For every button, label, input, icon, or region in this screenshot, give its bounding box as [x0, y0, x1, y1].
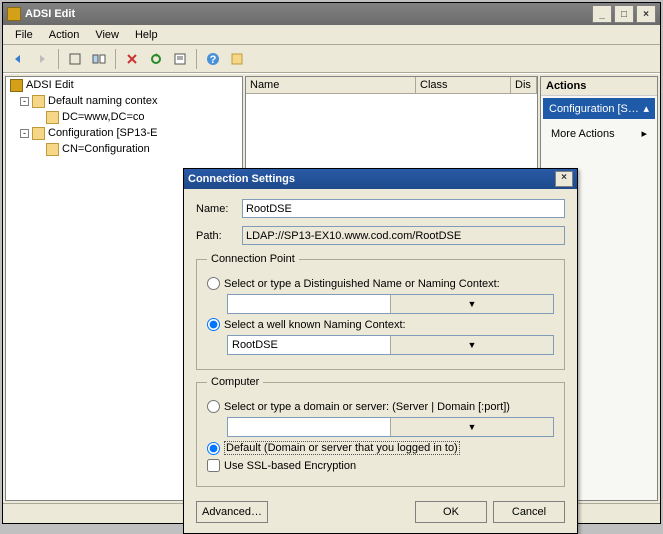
- connection-point-legend: Connection Point: [207, 253, 299, 265]
- chevron-up-icon: ▴: [643, 102, 649, 115]
- tree-label: Default naming contex: [48, 95, 157, 107]
- folder-icon: [32, 95, 45, 108]
- folder-icon: [46, 143, 59, 156]
- cp-wellknown-combo[interactable]: RootDSE▼: [227, 335, 554, 355]
- actions-more-label: More Actions: [551, 128, 615, 140]
- comp-label-default: Default (Domain or server that you logge…: [224, 441, 460, 455]
- col-name[interactable]: Name: [246, 77, 416, 93]
- tree-node-dc[interactable]: DC=www,DC=co: [6, 109, 242, 125]
- dialog-title: Connection Settings: [188, 173, 555, 185]
- tree-node-config[interactable]: - Configuration [SP13-E: [6, 125, 242, 141]
- computer-group: Computer Select or type a domain or serv…: [196, 376, 565, 487]
- cp-radio-wellknown[interactable]: [207, 318, 220, 331]
- computer-legend: Computer: [207, 376, 263, 388]
- comp-radio-select[interactable]: [207, 400, 220, 413]
- actions-selected[interactable]: Configuration [S… ▴: [543, 98, 655, 119]
- tree-label: CN=Configuration: [62, 143, 150, 155]
- menu-view[interactable]: View: [87, 27, 127, 43]
- menu-help[interactable]: Help: [127, 27, 166, 43]
- toolbar-icon-2[interactable]: [88, 48, 110, 70]
- cp-label-dn: Select or type a Distinguished Name or N…: [224, 278, 500, 290]
- menu-action[interactable]: Action: [41, 27, 88, 43]
- dropdown-arrow-icon: ▼: [390, 336, 553, 354]
- titlebar: ADSI Edit _ □ ×: [3, 3, 660, 25]
- name-input[interactable]: [242, 199, 565, 218]
- cancel-button[interactable]: Cancel: [493, 501, 565, 523]
- folder-icon: [32, 127, 45, 140]
- cp-dn-combo[interactable]: ▼: [227, 294, 554, 314]
- app-icon: [7, 7, 21, 21]
- comp-radio-default[interactable]: [207, 442, 220, 455]
- close-button[interactable]: ×: [636, 5, 656, 23]
- window-title: ADSI Edit: [25, 8, 590, 20]
- tree-root-label: ADSI Edit: [26, 79, 74, 91]
- properties-icon[interactable]: [169, 48, 191, 70]
- connection-point-group: Connection Point Select or type a Distin…: [196, 253, 565, 370]
- tree-label: Configuration [SP13-E: [48, 127, 157, 139]
- cp-label-wellknown: Select a well known Naming Context:: [224, 319, 406, 331]
- refresh-icon[interactable]: [145, 48, 167, 70]
- path-input: [242, 226, 565, 245]
- help-icon[interactable]: ?: [202, 48, 224, 70]
- collapse-icon[interactable]: -: [20, 129, 29, 138]
- col-class[interactable]: Class: [416, 77, 511, 93]
- dialog-close-button[interactable]: ×: [555, 171, 573, 187]
- forward-button[interactable]: [31, 48, 53, 70]
- actions-selected-label: Configuration [S…: [549, 103, 639, 115]
- back-button[interactable]: [7, 48, 29, 70]
- collapse-icon[interactable]: -: [20, 97, 29, 106]
- tree-node-cn[interactable]: CN=Configuration: [6, 141, 242, 157]
- connection-settings-dialog: Connection Settings × Name: Path: Connec…: [183, 168, 578, 534]
- path-label: Path:: [196, 230, 236, 242]
- name-label: Name:: [196, 203, 236, 215]
- comp-label-select: Select or type a domain or server: (Serv…: [224, 401, 510, 413]
- actions-more[interactable]: More Actions ▸: [541, 121, 657, 146]
- main-window: ADSI Edit _ □ × File Action View Help ? …: [2, 2, 661, 524]
- col-dis[interactable]: Dis: [511, 77, 537, 93]
- actions-header: Actions: [541, 77, 657, 96]
- dropdown-arrow-icon: ▼: [390, 418, 553, 436]
- tree-root[interactable]: ADSI Edit: [6, 77, 242, 93]
- toolbar-icon-3[interactable]: [226, 48, 248, 70]
- advanced-button[interactable]: Advanced…: [196, 501, 268, 523]
- cp-combo-value: RootDSE: [228, 339, 390, 351]
- adsi-icon: [10, 79, 23, 92]
- cp-radio-dn[interactable]: [207, 277, 220, 290]
- tree-label: DC=www,DC=co: [62, 111, 145, 123]
- ok-button[interactable]: OK: [415, 501, 487, 523]
- ssl-checkbox[interactable]: [207, 459, 220, 472]
- toolbar-icon-1[interactable]: [64, 48, 86, 70]
- toolbar: ?: [3, 45, 660, 73]
- dropdown-arrow-icon: ▼: [390, 295, 553, 313]
- delete-icon[interactable]: [121, 48, 143, 70]
- menu-file[interactable]: File: [7, 27, 41, 43]
- chevron-right-icon: ▸: [641, 127, 647, 140]
- maximize-button[interactable]: □: [614, 5, 634, 23]
- comp-server-combo[interactable]: ▼: [227, 417, 554, 437]
- svg-text:?: ?: [210, 54, 217, 66]
- dialog-button-row: Advanced… OK Cancel: [184, 497, 577, 527]
- dialog-body: Name: Path: Connection Point Select or t…: [184, 189, 577, 497]
- menubar: File Action View Help: [3, 25, 660, 45]
- content-area: ADSI Edit - Default naming contex DC=www,…: [3, 73, 660, 503]
- tree-node-naming[interactable]: - Default naming contex: [6, 93, 242, 109]
- dialog-titlebar: Connection Settings ×: [184, 169, 577, 189]
- minimize-button[interactable]: _: [592, 5, 612, 23]
- list-header: Name Class Dis: [246, 77, 537, 94]
- ssl-label: Use SSL-based Encryption: [224, 460, 356, 472]
- folder-icon: [46, 111, 59, 124]
